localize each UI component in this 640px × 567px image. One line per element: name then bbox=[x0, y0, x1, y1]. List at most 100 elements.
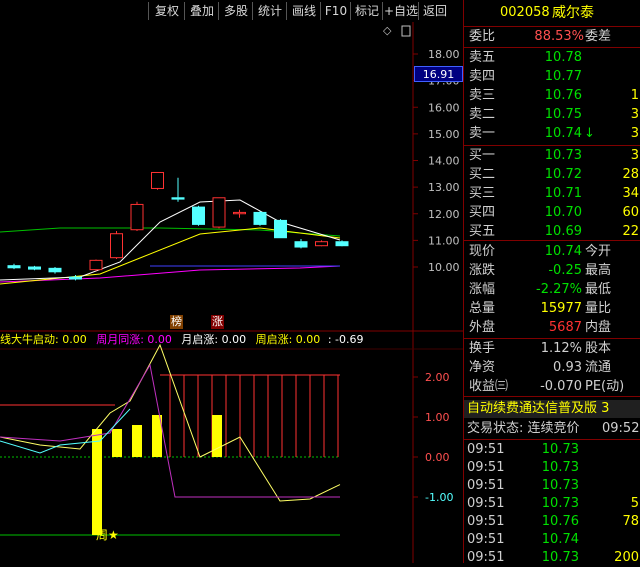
indicator-t3: 月启涨: 0.00 bbox=[181, 333, 247, 346]
tick-row: 09:51 10.74 bbox=[464, 531, 640, 549]
candle-body[interactable] bbox=[171, 197, 185, 200]
candle-body[interactable] bbox=[274, 219, 287, 239]
sell-price: 10.76 bbox=[544, 88, 582, 103]
toolbar-button-5[interactable]: F10 bbox=[320, 2, 351, 20]
trade-time: 09:52 bbox=[602, 421, 640, 436]
diamond-icon[interactable]: ◇ bbox=[383, 24, 392, 37]
stat-value: 10.74 bbox=[544, 244, 582, 259]
yellow-bar bbox=[112, 429, 122, 457]
stat-row: 涨幅 -2.27% 最低 bbox=[464, 281, 640, 299]
week-star-label: 周★ bbox=[96, 528, 119, 542]
buy-volume: 3 bbox=[630, 148, 639, 163]
buy-label: 买四 bbox=[469, 205, 496, 220]
buy-price: 10.69 bbox=[544, 224, 582, 239]
sell-volume: 3 bbox=[630, 107, 639, 122]
stat2-value: 1.12% bbox=[540, 341, 582, 356]
tick-price: 10.76 bbox=[541, 514, 579, 529]
buy-label: 买三 bbox=[469, 186, 496, 201]
toolbar-button-6[interactable]: 标记 bbox=[350, 2, 383, 20]
rank-marker[interactable]: 榜 bbox=[170, 315, 183, 329]
candle-body[interactable] bbox=[89, 259, 103, 271]
down-arrow-icon: ↓ bbox=[584, 126, 595, 141]
stat-label: 涨幅 bbox=[469, 282, 496, 297]
kline-chart[interactable]: ◇ 18.0017.0016.0015.0014.0013.0012.0011.… bbox=[0, 22, 463, 563]
tick-volume: 78 bbox=[622, 514, 639, 529]
buy-row[interactable]: 买四 10.70 60 bbox=[464, 204, 640, 222]
toolbar-button-0[interactable]: 复权 bbox=[148, 2, 185, 20]
stock-header[interactable]: 002058 威尔泰 bbox=[464, 3, 640, 23]
rise-marker[interactable]: 涨 bbox=[211, 315, 224, 329]
candle-body[interactable] bbox=[151, 171, 164, 189]
buy-row[interactable]: 买三 10.71 34 bbox=[464, 185, 640, 203]
stat-row: 涨跌 -0.25 最高 bbox=[464, 262, 640, 280]
ad-banner[interactable]: 自动续费通达信普及版 3 bbox=[464, 400, 640, 418]
price-axis-label: 15.00 bbox=[428, 128, 460, 141]
buy-row[interactable]: 买五 10.69 22 bbox=[464, 223, 640, 241]
toolbar-button-2[interactable]: 多股 bbox=[218, 2, 253, 20]
candle-body[interactable] bbox=[192, 206, 205, 225]
trade-status: 交易状态: 连续竞价 bbox=[467, 421, 580, 436]
sell-label: 卖四 bbox=[469, 69, 496, 84]
stat-label2: 最低 bbox=[585, 282, 612, 297]
candle-body[interactable] bbox=[69, 276, 82, 280]
sell-label: 卖三 bbox=[469, 88, 496, 103]
tick-row: 09:51 10.73 bbox=[464, 441, 640, 459]
sell-row[interactable]: 卖五 10.78 bbox=[464, 49, 640, 67]
tick-price: 10.73 bbox=[541, 496, 579, 511]
tick-volume: 200 bbox=[614, 550, 639, 565]
sell-row[interactable]: 卖三 10.76 1 bbox=[464, 87, 640, 105]
stat-label2: 最高 bbox=[585, 263, 612, 278]
stat2-label2: PE(动) bbox=[585, 379, 625, 394]
price-axis-label: 16.00 bbox=[428, 101, 460, 114]
tick-time: 09:51 bbox=[467, 442, 505, 457]
sell-row[interactable]: 卖四 10.77 bbox=[464, 68, 640, 86]
indicator-t2: 周月同涨: 0.00 bbox=[96, 333, 172, 346]
stat2-label2: 股本 bbox=[585, 341, 612, 356]
sell-row[interactable]: 卖一 10.74 3 ↓ bbox=[464, 125, 640, 143]
toolbar-button-3[interactable]: 统计 bbox=[252, 2, 287, 20]
buy-volume: 60 bbox=[622, 205, 639, 220]
stat-value: -0.25 bbox=[548, 263, 582, 278]
buy-volume: 34 bbox=[622, 186, 639, 201]
sell-price: 10.74 bbox=[544, 126, 582, 141]
candle-body[interactable] bbox=[7, 265, 21, 269]
tick-price: 10.73 bbox=[541, 478, 579, 493]
stat-label2: 量比 bbox=[585, 301, 612, 316]
tick-volume: 5 bbox=[630, 496, 639, 511]
sell-volume: 1 bbox=[630, 88, 639, 103]
candle-body[interactable] bbox=[335, 241, 349, 247]
tick-row: 09:51 10.73 bbox=[464, 459, 640, 477]
stat-row: 总量 15977 量比 bbox=[464, 300, 640, 318]
stat2-row: 收益㈢ -0.070 PE(动) bbox=[464, 378, 640, 396]
buy-price: 10.70 bbox=[544, 205, 582, 220]
current-price-tag: 16.91 bbox=[414, 66, 463, 82]
tick-price: 10.73 bbox=[541, 460, 579, 475]
candle-body[interactable] bbox=[130, 203, 144, 231]
candle-body[interactable] bbox=[48, 267, 62, 273]
candle-body[interactable] bbox=[253, 211, 267, 225]
toolbar-button-1[interactable]: 叠加 bbox=[184, 2, 219, 20]
yellow-bar-negative bbox=[92, 457, 102, 535]
scroll-icon[interactable] bbox=[401, 25, 411, 37]
candle-body[interactable] bbox=[294, 241, 308, 248]
candle-body[interactable] bbox=[233, 211, 246, 215]
stock-name: 威尔泰 bbox=[552, 5, 594, 21]
stat-label: 总量 bbox=[469, 301, 496, 316]
candle-body[interactable] bbox=[212, 197, 226, 228]
indicator-axis-label: 1.00 bbox=[425, 411, 450, 424]
toolbar-button-8[interactable]: 返回 bbox=[418, 2, 451, 20]
buy-row[interactable]: 买一 10.73 3 bbox=[464, 147, 640, 165]
stock-code: 002058 bbox=[500, 5, 550, 20]
toolbar-button-4[interactable]: 画线 bbox=[286, 2, 321, 20]
candle-body[interactable] bbox=[28, 266, 41, 270]
indicator-t5: : -0.69 bbox=[327, 333, 364, 346]
toolbar-button-7[interactable]: +自选 bbox=[382, 2, 419, 20]
sell-label: 卖五 bbox=[469, 50, 496, 65]
stat-value: 15977 bbox=[540, 301, 582, 316]
buy-row[interactable]: 买二 10.72 28 bbox=[464, 166, 640, 184]
sell-row[interactable]: 卖二 10.75 3 bbox=[464, 106, 640, 124]
stat-label: 现价 bbox=[469, 244, 496, 259]
candle-body[interactable] bbox=[110, 233, 123, 259]
candle-body[interactable] bbox=[315, 241, 328, 247]
sell-volume: 3 bbox=[630, 126, 639, 141]
